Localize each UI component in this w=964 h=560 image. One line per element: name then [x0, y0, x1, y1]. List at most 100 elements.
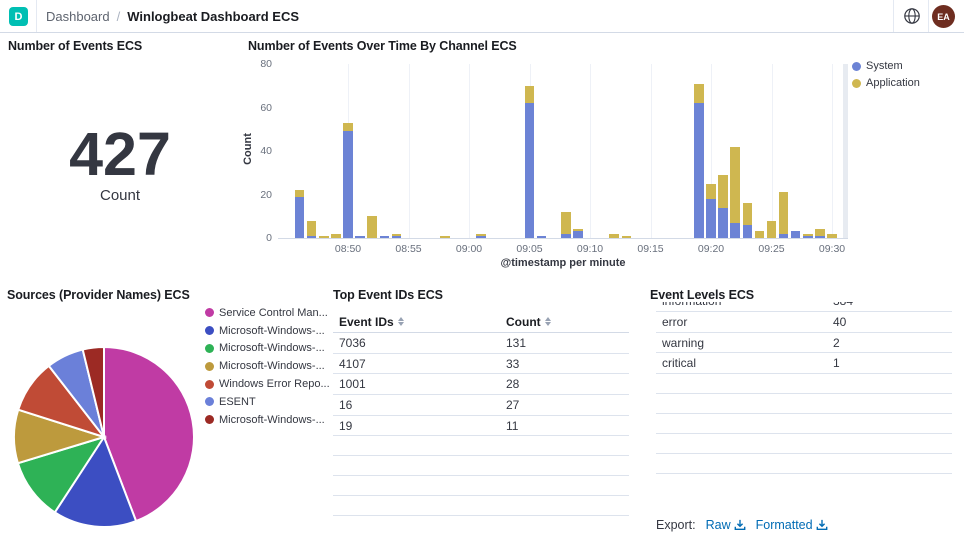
globe-icon[interactable]: [903, 7, 921, 25]
bar-segment-application[interactable]: [561, 212, 571, 234]
export-raw-link[interactable]: Raw: [706, 518, 746, 532]
bar-segment-application[interactable]: [743, 203, 753, 225]
bar-segment-system[interactable]: [355, 236, 365, 238]
bar-segment-system[interactable]: [743, 225, 753, 238]
column-header-count[interactable]: Count: [506, 315, 551, 329]
legend-color-dot: [852, 62, 861, 71]
bar-segment-system[interactable]: [561, 234, 571, 238]
table-row: 7036131: [333, 333, 629, 354]
bar-segment-application[interactable]: [307, 221, 317, 236]
top-bar: D Dashboard / Winlogbeat Dashboard ECS E…: [0, 0, 964, 33]
panel-title: Top Event IDs ECS: [333, 288, 443, 302]
event-id-key: 7036: [333, 336, 506, 350]
pie-legend-item[interactable]: Service Control Man...: [205, 304, 330, 322]
download-icon: [734, 519, 746, 531]
table-empty-row: [333, 456, 629, 476]
event-level-value: 384: [833, 302, 853, 308]
bar-segment-system[interactable]: [307, 236, 317, 238]
bar-segment-application[interactable]: [755, 231, 765, 238]
column-header-event-ids[interactable]: Event IDs: [333, 315, 506, 329]
table-empty-row: [333, 496, 629, 516]
bar-segment-application[interactable]: [609, 234, 619, 238]
bar-segment-application[interactable]: [718, 175, 728, 208]
bar-segment-system[interactable]: [295, 197, 305, 238]
bar-segment-application[interactable]: [730, 147, 740, 223]
sort-up-caret: [398, 317, 404, 321]
bar-segment-application[interactable]: [706, 184, 716, 199]
pie-legend-item[interactable]: Microsoft-Windows-...: [205, 411, 330, 429]
event-id-value: 131: [506, 336, 526, 350]
legend-label: Service Control Man...: [219, 307, 328, 319]
y-tick-label: 0: [246, 232, 272, 244]
legend-color-dot: [852, 79, 861, 88]
bar-segment-application[interactable]: [476, 234, 486, 236]
bar-segment-system[interactable]: [694, 103, 704, 238]
bar-segment-application[interactable]: [767, 221, 777, 238]
bar-segment-application[interactable]: [694, 84, 704, 104]
legend-color-dot: [205, 308, 214, 317]
pie-legend-item[interactable]: ESENT: [205, 393, 330, 411]
bar-segment-application[interactable]: [343, 123, 353, 132]
bar-segment-application[interactable]: [622, 236, 632, 238]
legend-item-application[interactable]: Application: [852, 77, 920, 89]
chart-legend: System Application: [852, 60, 920, 89]
bar-segment-application[interactable]: [319, 236, 329, 238]
kibana-dashboard-screen: D Dashboard / Winlogbeat Dashboard ECS E…: [0, 0, 964, 560]
bar-segment-application[interactable]: [392, 234, 402, 236]
bar-segment-system[interactable]: [791, 231, 801, 238]
bar-segment-system[interactable]: [706, 199, 716, 238]
bar-segment-system[interactable]: [525, 103, 535, 238]
bar-segment-system[interactable]: [343, 131, 353, 238]
bar-segment-system[interactable]: [718, 208, 728, 238]
x-tick-label: 09:10: [565, 243, 615, 255]
breadcrumb-separator: /: [117, 9, 121, 24]
bar-segment-application[interactable]: [331, 234, 341, 238]
event-level-key: information: [656, 302, 833, 308]
legend-color-dot: [205, 326, 214, 335]
sort-up-caret: [545, 317, 551, 321]
bar-segment-system[interactable]: [573, 231, 583, 238]
user-avatar[interactable]: EA: [932, 5, 955, 28]
gridline: [772, 64, 773, 238]
bar-segment-system[interactable]: [803, 236, 813, 238]
legend-item-system[interactable]: System: [852, 60, 920, 72]
export-formatted-link[interactable]: Formatted: [756, 518, 828, 532]
breadcrumb-dashboard[interactable]: Dashboard: [46, 9, 110, 24]
bar-segment-application[interactable]: [803, 234, 813, 236]
event-level-value: 40: [833, 315, 846, 329]
breadcrumb: Dashboard / Winlogbeat Dashboard ECS: [46, 0, 299, 32]
bar-segment-system[interactable]: [392, 236, 402, 238]
partial-bucket-band: [843, 64, 848, 238]
legend-label: Application: [866, 77, 920, 89]
legend-label: Microsoft-Windows-...: [219, 342, 325, 354]
gridline: [469, 64, 470, 238]
bar-segment-system[interactable]: [476, 236, 486, 238]
bar-segment-application[interactable]: [440, 236, 450, 238]
sort-down-caret: [545, 322, 551, 326]
bar-segment-system[interactable]: [730, 223, 740, 238]
bar-segment-application[interactable]: [815, 229, 825, 236]
bar-segment-application[interactable]: [779, 192, 789, 233]
event-level-value: 2: [833, 336, 840, 350]
pie-legend-item[interactable]: Microsoft-Windows-...: [205, 322, 330, 340]
legend-label: Microsoft-Windows-...: [219, 325, 325, 337]
bar-segment-system[interactable]: [779, 234, 789, 238]
app-logo[interactable]: D: [9, 7, 28, 26]
bar-segment-application[interactable]: [573, 229, 583, 231]
pie-legend-item[interactable]: Microsoft-Windows-...: [205, 357, 330, 375]
bar-segment-application[interactable]: [525, 86, 535, 103]
panel-events-over-time: Number of Events Over Time By Channel EC…: [240, 36, 964, 286]
metric-value: 427: [0, 124, 240, 185]
bar-segment-system[interactable]: [380, 236, 390, 238]
pie-legend-item[interactable]: Microsoft-Windows-...: [205, 340, 330, 358]
pie-legend-item[interactable]: Windows Error Repo...: [205, 375, 330, 393]
x-tick-label: 09:00: [444, 243, 494, 255]
event-id-key: 16: [333, 398, 506, 412]
bar-segment-application[interactable]: [295, 190, 305, 197]
event-id-value: 27: [506, 398, 519, 412]
bar-segment-application[interactable]: [367, 216, 377, 238]
bar-segment-system[interactable]: [537, 236, 547, 238]
legend-label: System: [866, 60, 903, 72]
bar-segment-application[interactable]: [827, 234, 837, 238]
bar-segment-system[interactable]: [815, 236, 825, 238]
